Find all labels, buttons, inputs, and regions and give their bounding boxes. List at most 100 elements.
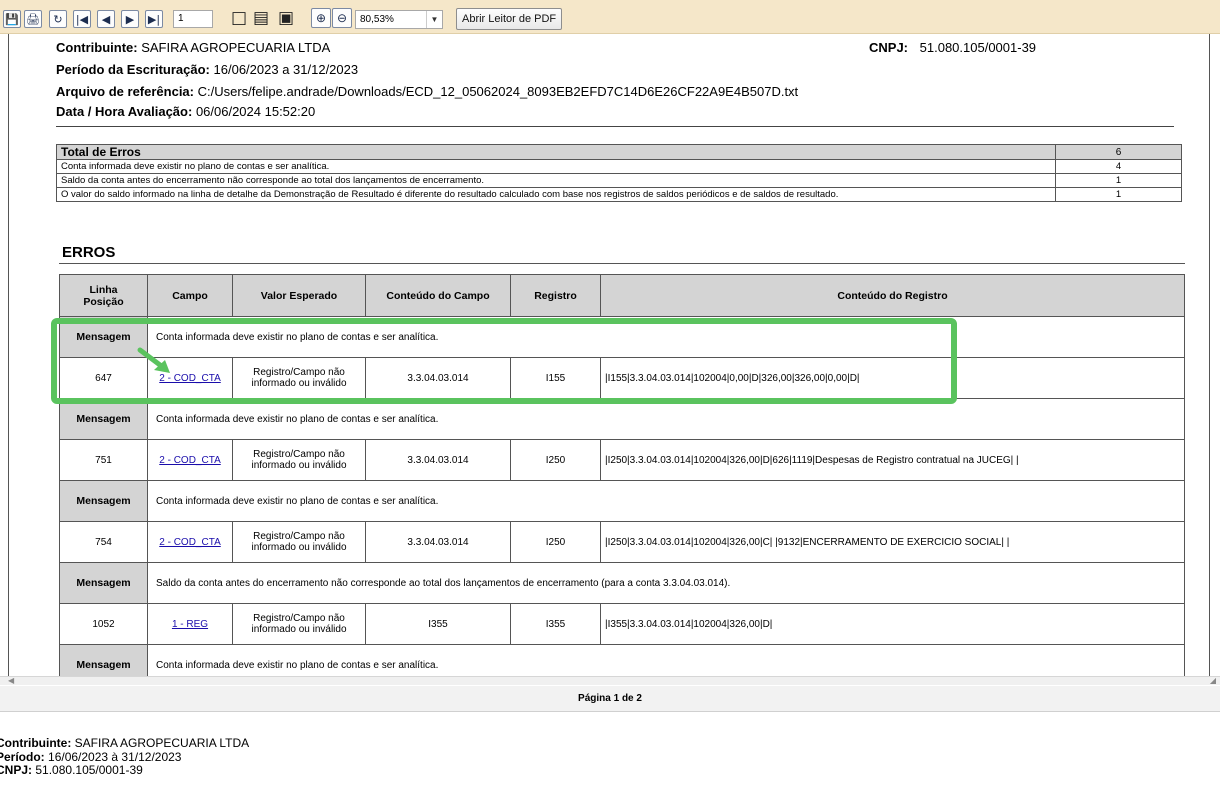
col-campo: Campo [147,274,233,317]
error-type-count: 4 [1055,159,1182,174]
page-number-input[interactable]: 1 [173,10,213,28]
arquivo-line: Arquivo de referência: C:/Users/felipe.a… [56,84,798,99]
errors-table-header: Linha Posição Campo Valor Esperado Conte… [59,274,1185,317]
zoom-value: 80,53% [360,14,394,25]
valor-line1: Registro/Campo não [253,449,345,460]
report-page: Contribuinte: SAFIRA AGROPECUARIA LTDA C… [8,34,1210,676]
total-errors-header: Total de Erros 6 [56,144,1182,160]
single-page-icon[interactable]: □ [231,9,247,27]
first-page-icon[interactable]: |◀ [73,10,91,28]
chevron-down-icon[interactable]: ▼ [426,11,442,28]
cnpj-label: CNPJ: [869,40,909,55]
footer-contribuinte-label: Contribuinte: [0,736,72,750]
total-errors-count: 6 [1055,144,1182,160]
error-conteudo-campo: 3.3.04.03.014 [365,521,511,563]
error-message: Conta informada deve existir no plano de… [147,644,1185,676]
message-label: Mensagem [59,398,148,440]
campo-link[interactable]: 2 - COD_CTA [159,455,221,466]
error-type-count: 1 [1055,187,1182,202]
error-conteudo-registro: |I355|3.3.04.03.014|102004|326,00|D| [600,603,1185,645]
error-linha: 754 [59,521,148,563]
col-valor-esperado: Valor Esperado [232,274,366,317]
data-avaliacao-line: Data / Hora Avaliação: 06/06/2024 15:52:… [56,104,315,119]
message-label: Mensagem [59,480,148,522]
message-label: Mensagem [59,316,148,358]
error-message: Conta informada deve existir no plano de… [147,398,1185,440]
error-registro: I155 [510,357,601,399]
scroll-left-icon[interactable]: ◀ [8,677,14,685]
total-errors-row: Conta informada deve existir no plano de… [56,159,1182,174]
zoom-in-icon[interactable]: ⊕ [311,8,331,28]
annotation-arrow-icon [137,347,170,373]
print-icon[interactable]: 🖨 [24,10,42,28]
error-message-row: Mensagem Conta informada deve existir no… [59,480,1185,522]
last-page-icon[interactable]: ▶| [145,10,163,28]
error-conteudo-registro: |I250|3.3.04.03.014|102004|326,00|C| |91… [600,521,1185,563]
error-valor-esperado: Registro/Campo não informado ou inválido [232,521,366,563]
save-icon[interactable]: 💾 [3,10,21,28]
message-label: Mensagem [59,644,148,676]
error-detail-row: 751 2 - COD_CTA Registro/Campo não inform… [59,439,1185,481]
col-conteudo-campo: Conteúdo do Campo [365,274,511,317]
error-registro: I250 [510,439,601,481]
prev-page-icon[interactable]: ◀ [97,10,115,28]
campo-link[interactable]: 1 - REG [172,619,208,630]
footer-contribuinte-value: SAFIRA AGROPECUARIA LTDA [74,736,250,750]
periodo-label: Período da Escrituração: [56,62,210,77]
footer-periodo-value: 16/06/2023 à 31/12/2023 [48,749,182,764]
message-label: Mensagem [59,562,148,604]
error-type-count: 1 [1055,173,1182,188]
col-registro: Registro [510,274,601,317]
error-linha: 751 [59,439,148,481]
periodo-line: Período da Escrituração: 16/06/2023 a 31… [56,62,358,77]
contribuinte-value: SAFIRA AGROPECUARIA LTDA [141,40,331,55]
scroll-right-icon[interactable]: ◢ [1210,677,1216,685]
horizontal-scrollbar[interactable]: ◀ ◢ [0,676,1220,685]
error-message-row: Mensagem Conta informada deve existir no… [59,398,1185,440]
whole-page-icon[interactable]: ▣ [278,9,294,27]
error-message: Saldo da conta antes do encerramento não… [147,562,1185,604]
total-errors-row: O valor do saldo informado na linha de d… [56,187,1182,202]
page-indicator: Página 1 de 2 [0,686,1220,712]
refresh-icon[interactable]: ↻ [49,10,67,28]
valor-line1: Registro/Campo não [253,367,345,378]
valor-line1: Registro/Campo não [253,531,345,542]
header-divider [56,126,1174,127]
valor-line2: informado ou inválido [251,542,347,553]
error-type-desc: Conta informada deve existir no plano de… [56,159,1056,174]
error-message-row: Mensagem Conta informada deve existir no… [59,316,1185,358]
col-conteudo-registro: Conteúdo do Registro [600,274,1185,317]
contribuinte-line: Contribuinte: SAFIRA AGROPECUARIA LTDA [56,40,330,55]
col-posicao-label: Posição [83,295,124,308]
total-errors-table: Total de Erros 6 Conta informada deve ex… [56,144,1182,202]
col-linha-posicao: Linha Posição [59,274,148,317]
total-errors-row: Saldo da conta antes do encerramento não… [56,173,1182,188]
page-width-icon[interactable]: ▤ [253,9,269,27]
periodo-value: 16/06/2023 a 31/12/2023 [213,62,359,77]
errors-section-title: ERROS [62,244,116,261]
error-type-desc: O valor do saldo informado na linha de d… [56,187,1056,202]
campo-link[interactable]: 2 - COD_CTA [159,537,221,548]
zoom-out-icon[interactable]: ⊖ [332,8,352,28]
error-message-row: Mensagem Saldo da conta antes do encerra… [59,562,1185,604]
footer-info: Contribuinte: SAFIRA AGROPECUARIA LTDA P… [0,736,250,778]
error-conteudo-campo: I355 [365,603,511,645]
zoom-select[interactable]: 80,53% ▼ [355,10,443,29]
valor-line2: informado ou inválido [251,460,347,471]
next-page-icon[interactable]: ▶ [121,10,139,28]
error-valor-esperado: Registro/Campo não informado ou inválido [232,357,366,399]
footer-periodo: Período: 16/06/2023 à 31/12/2023 [0,749,249,765]
error-campo-cell: 1 - REG [147,603,233,645]
cnpj-line: CNPJ: 51.080.105/0001-39 [869,40,1036,55]
error-conteudo-campo: 3.3.04.03.014 [365,439,511,481]
open-pdf-reader-button[interactable]: Abrir Leitor de PDF [456,8,563,30]
data-avaliacao-value: 06/06/2024 15:52:20 [195,104,316,119]
arquivo-value: C:/Users/felipe.andrade/Downloads/ECD_12… [197,84,799,99]
col-linha-label: Linha [89,283,118,296]
error-message-row: Mensagem Conta informada deve existir no… [59,644,1185,676]
errors-divider [59,263,1185,264]
valor-line1: Registro/Campo não [253,613,345,624]
error-registro: I250 [510,521,601,563]
valor-line2: informado ou inválido [251,378,347,389]
footer-cnpj-label: CNPJ: [0,763,33,777]
